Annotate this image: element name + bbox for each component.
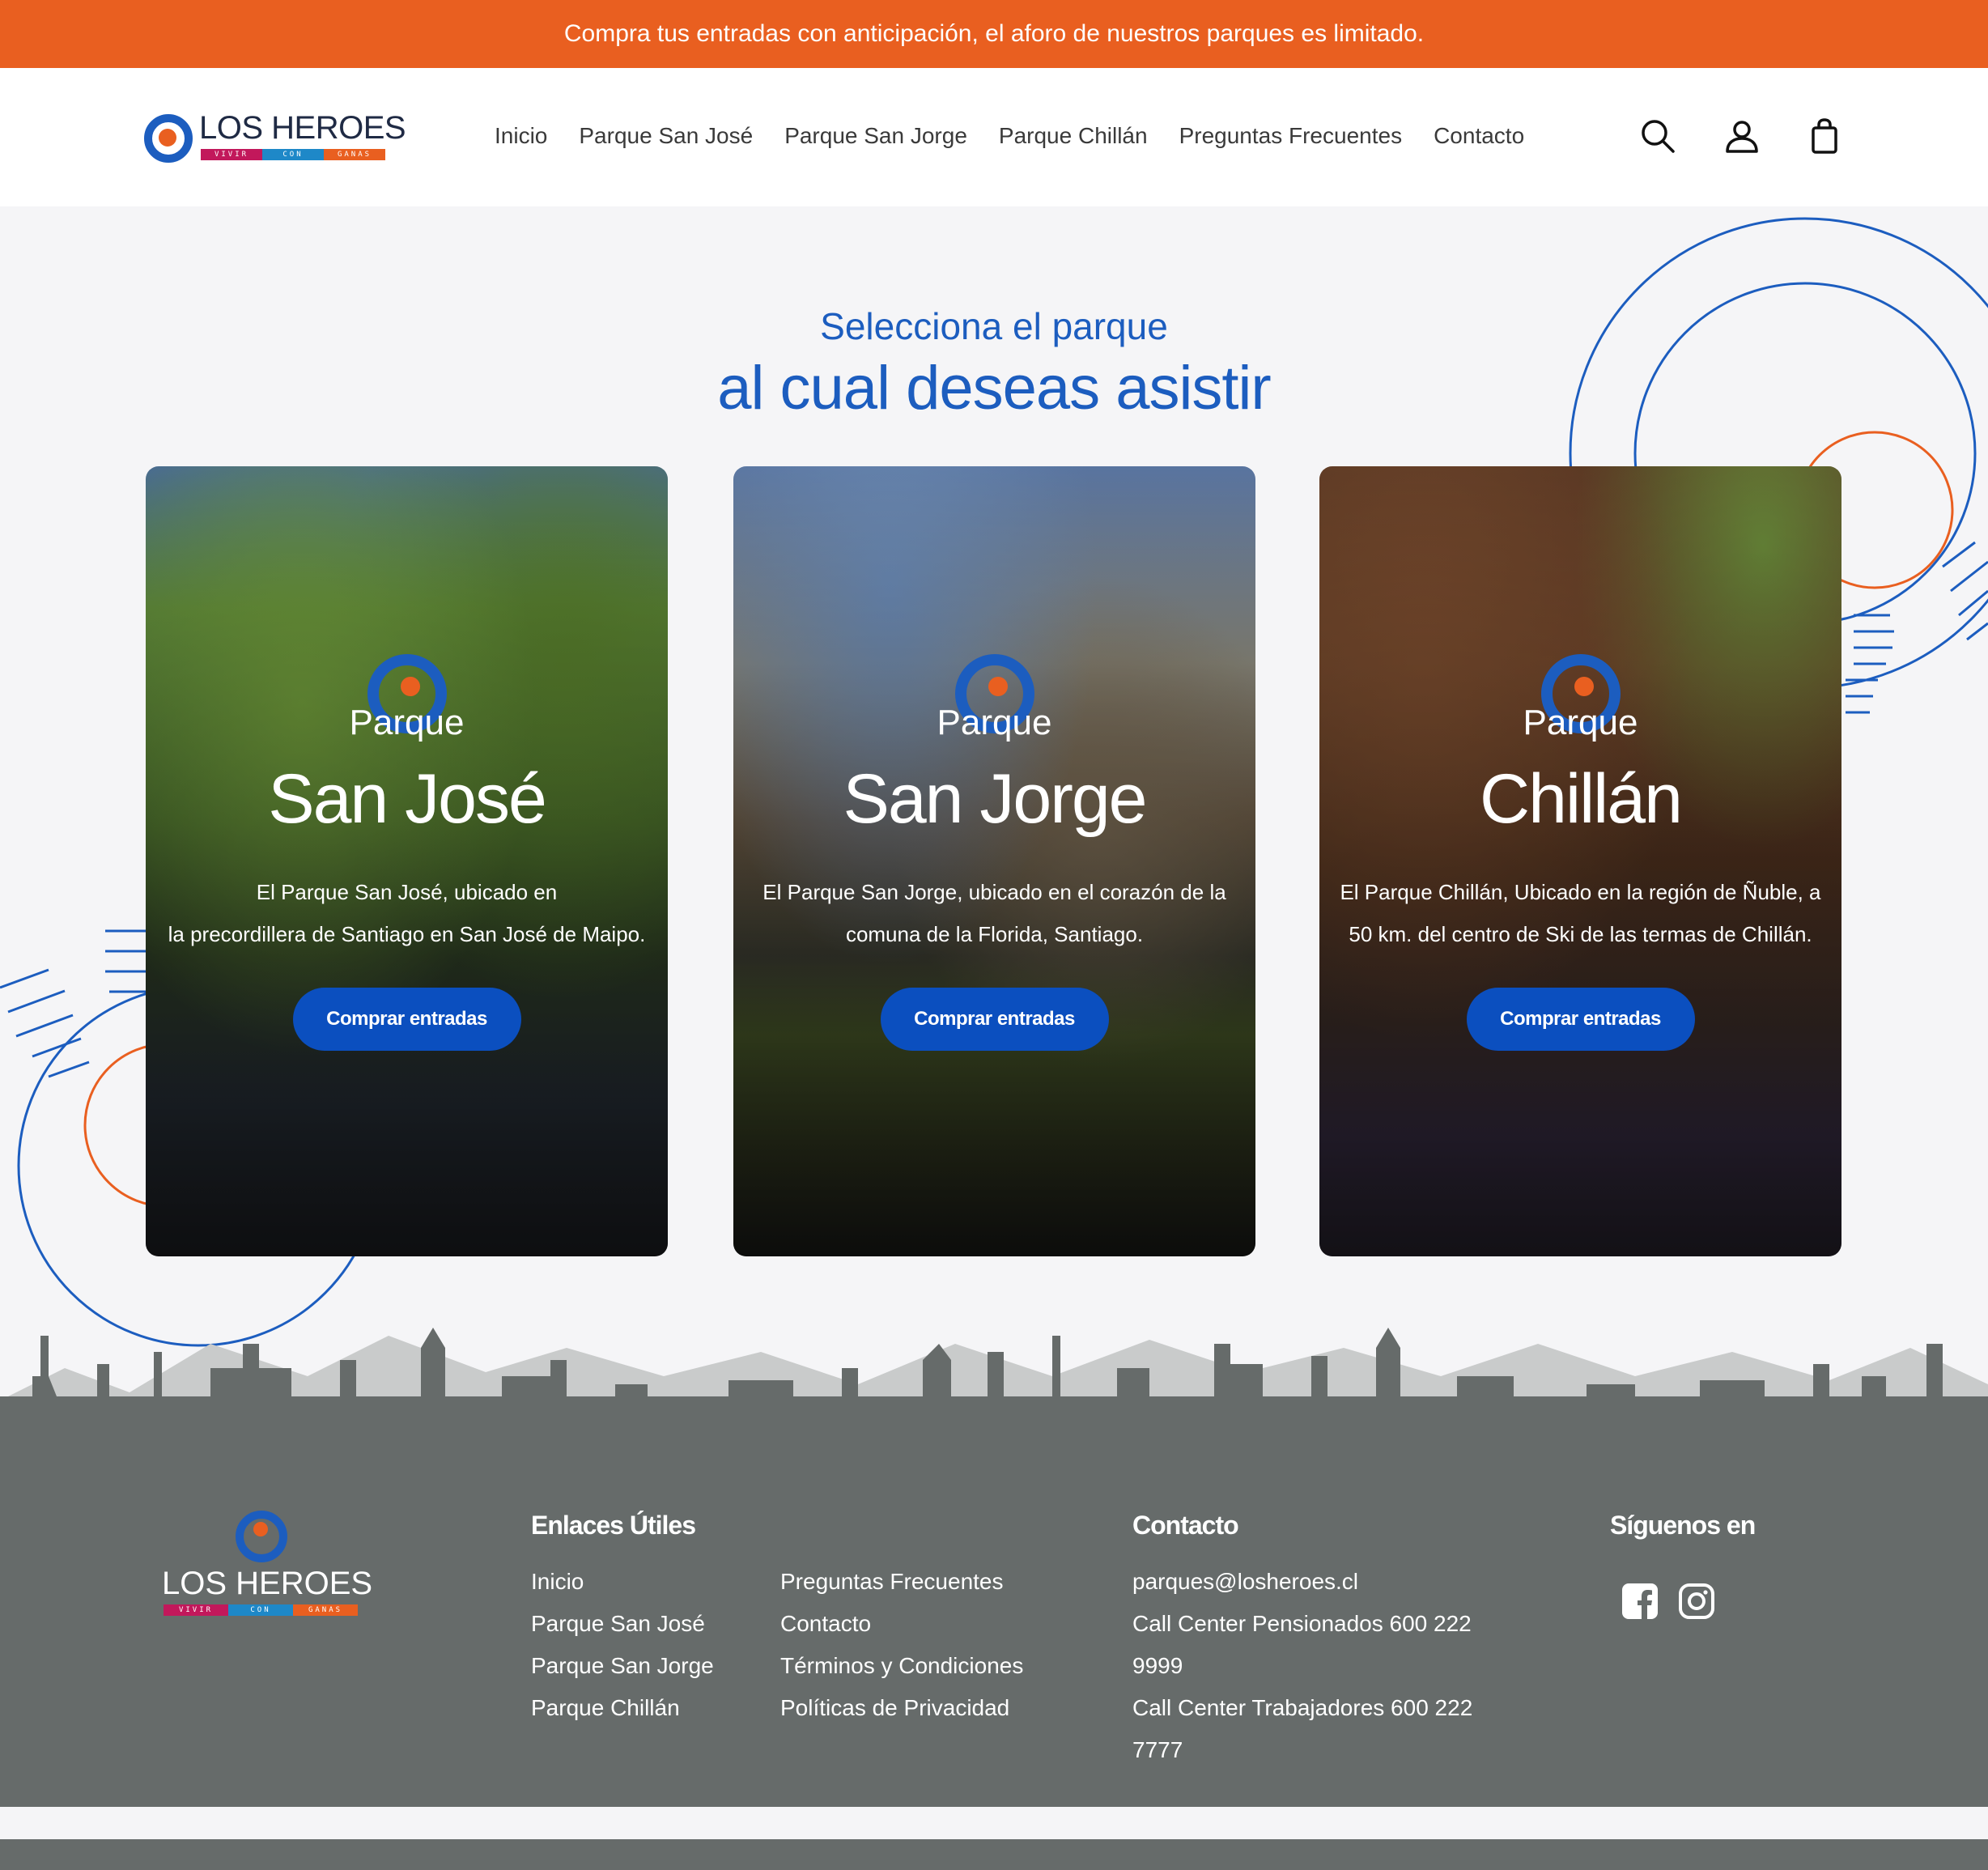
image-overlay [733,466,1255,1256]
logo-text: LOS HEROES [199,110,406,146]
city-skyline-illustration [0,1328,1988,1413]
hero-title: al cual deseas asistir [717,354,1271,423]
logo-mark-icon [236,1511,287,1562]
buy-tickets-button[interactable]: Comprar entradas [880,988,1109,1051]
tagline-word: CON [228,1604,293,1616]
logo-text: LOS HEROES [162,1566,373,1601]
park-name: San Jorge [843,760,1147,838]
contact-line: 7777 [1132,1737,1183,1762]
hero-subtitle: Selecciona el parque [820,305,1168,347]
park-prefix: Parque [937,703,1052,742]
tagline-word: GANAS [293,1604,358,1616]
park-description-line: 50 km. del centro de Ski de las termas d… [1349,922,1812,946]
announcement-text: Compra tus entradas con anticipación, el… [563,20,1425,47]
announcement-bar: Compra tus entradas con anticipación, el… [0,0,1988,68]
logo-tagline: VIVIR CON GANAS [164,1604,358,1616]
brand-logo[interactable]: LOS HEROES VIVIR CON GANAS [144,110,406,165]
footer-link-san-jorge[interactable]: Parque San Jorge [531,1645,714,1687]
footer-links-col-1: Inicio Parque San José Parque San Jorge … [531,1561,714,1729]
logo-tagline: VIVIR CON GANAS [201,149,385,160]
park-name: San José [268,760,547,838]
facebook-icon[interactable] [1621,1582,1659,1621]
park-description-line: El Parque San Jorge, ubicado en el coraz… [762,880,1226,904]
park-name: Chillán [1480,760,1683,838]
contact-line: Call Center Trabajadores 600 222 [1132,1695,1473,1720]
tagline-word: VIVIR [201,149,262,160]
footer-link-faq[interactable]: Preguntas Frecuentes [780,1561,1023,1603]
footer-link-terminos[interactable]: Términos y Condiciones [780,1645,1023,1687]
footer-contact-heading: Contacto [1132,1511,1239,1540]
footer-link-contacto[interactable]: Contacto [780,1603,1023,1645]
user-icon[interactable] [1724,118,1760,154]
park-description-line: comuna de la Florida, Santiago. [845,922,1144,946]
tagline-word: GANAS [324,149,385,160]
park-card-chillan[interactable]: Parque Chillán El Parque Chillán, Ubicad… [1319,466,1841,1256]
park-description-line: El Parque San José, ubicado en [256,880,558,904]
park-prefix: Parque [1523,703,1638,742]
nav-parque-san-jorge[interactable]: Parque San Jorge [784,123,967,149]
park-prefix: Parque [349,703,465,742]
park-description-line: El Parque Chillán, Ubicado en la región … [1340,880,1821,904]
footer-social-heading: Síguenos en [1610,1511,1756,1540]
footer-link-san-jose[interactable]: Parque San José [531,1603,714,1645]
park-description-line: la precordillera de Santiago en San José… [168,922,646,946]
tagline-word: VIVIR [164,1604,228,1616]
image-overlay [1319,466,1841,1256]
instagram-icon[interactable] [1677,1582,1716,1621]
contact-line: Call Center Pensionados 600 222 [1132,1611,1472,1636]
main-nav: Inicio Parque San José Parque San Jorge … [495,123,1524,149]
footer-bottom-bar [0,1839,1988,1870]
footer-link-chillan[interactable]: Parque Chillán [531,1687,714,1729]
park-description: El Parque Chillán, Ubicado en la región … [1329,871,1832,955]
buy-tickets-button[interactable]: Comprar entradas [1466,988,1695,1051]
buy-tickets-button[interactable]: Comprar entradas [292,988,521,1051]
site-header: LOS HEROES VIVIR CON GANAS Inicio Parque… [0,68,1988,206]
nav-contacto[interactable]: Contacto [1434,123,1524,149]
footer-logo[interactable]: LOS HEROES VIVIR CON GANAS [162,1511,373,1616]
nav-parque-san-jose[interactable]: Parque San José [579,123,753,149]
shopping-bag-icon[interactable] [1807,118,1842,154]
park-description: El Parque San Jorge, ubicado en el coraz… [743,871,1246,955]
footer-link-privacidad[interactable]: Políticas de Privacidad [780,1687,1023,1729]
park-card-san-jose[interactable]: Parque San José El Parque San José, ubic… [146,466,668,1256]
logo-mark-icon [144,114,193,163]
nav-preguntas-frecuentes[interactable]: Preguntas Frecuentes [1179,123,1403,149]
park-card-san-jorge[interactable]: Parque San Jorge El Parque San Jorge, ub… [733,466,1255,1256]
footer-links-heading: Enlaces Útiles [531,1511,696,1540]
nav-parque-chillan[interactable]: Parque Chillán [999,123,1148,149]
nav-inicio[interactable]: Inicio [495,123,547,149]
tagline-word: CON [262,149,324,160]
search-icon[interactable] [1640,118,1676,154]
footer-link-inicio[interactable]: Inicio [531,1561,714,1603]
contact-line: 9999 [1132,1653,1183,1678]
contact-email[interactable]: parques@losheroes.cl [1132,1561,1472,1603]
park-description: El Parque San José, ubicado en la precor… [155,871,658,955]
image-overlay [146,466,668,1256]
site-footer: LOS HEROES VIVIR CON GANAS Enlaces Útile… [0,1410,1988,1807]
footer-contact-list: parques@losheroes.cl Call Center Pension… [1132,1561,1472,1771]
footer-links-col-2: Preguntas Frecuentes Contacto Términos y… [780,1561,1023,1729]
